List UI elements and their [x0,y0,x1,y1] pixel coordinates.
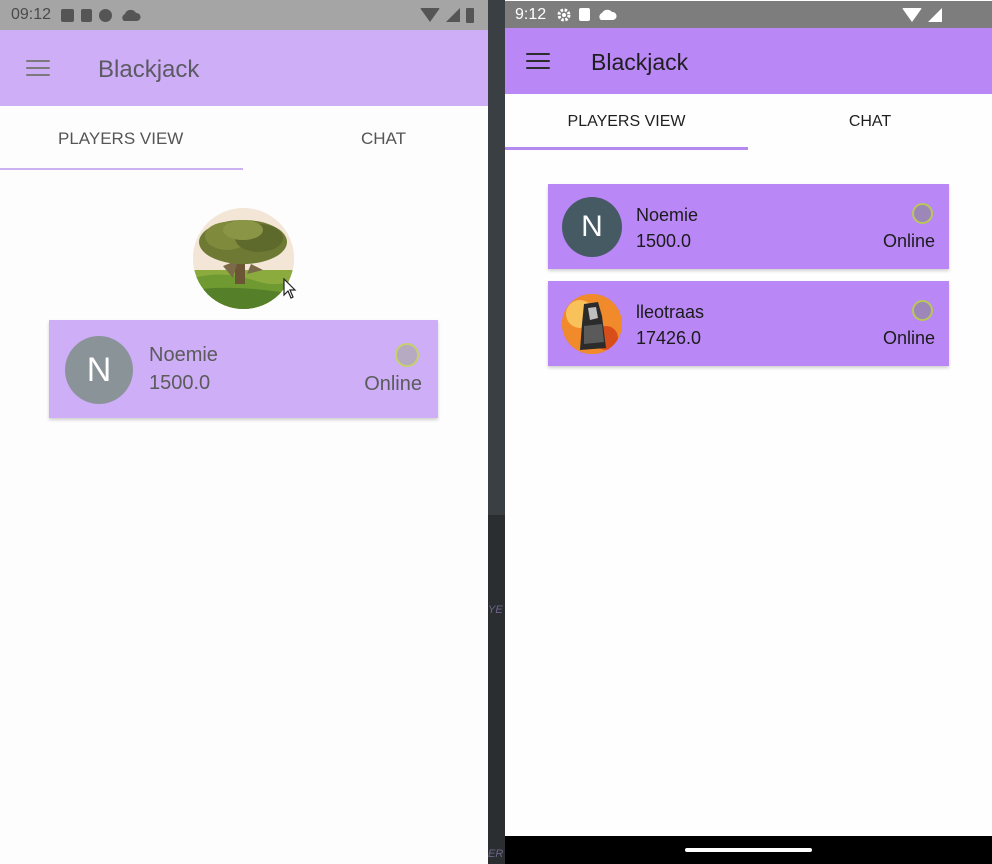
battery-icon [466,7,474,23]
app-notification-icon [61,8,75,22]
cloud-icon [599,9,617,20]
player-status: Online [364,373,422,395]
online-indicator-icon [912,203,933,224]
sd-card-icon [579,8,591,21]
status-bar: 09:12 [0,0,488,30]
player-card[interactable]: lleotraas 17426.0 Online [548,281,949,366]
player-name: Noemie [149,344,218,366]
mouse-cursor-icon [283,278,297,299]
player-status: Online [882,328,935,348]
signal-icon [928,7,942,22]
tab-chat[interactable]: CHAT [243,106,488,172]
sync-icon [99,8,113,22]
tree-image [193,208,294,309]
app-title: Blackjack [98,56,200,83]
wifi-icon [420,8,440,22]
status-bar: 9:12 [505,1,992,28]
player-name: Noemie [636,205,699,225]
tab-bar: PLAYERS VIEW CHAT [0,106,488,172]
tab-chat[interactable]: CHAT [748,94,992,150]
tab-players-view[interactable]: PLAYERS VIEW [0,106,243,172]
tab-bar: PLAYERS VIEW CHAT [505,94,992,150]
player-avatar-image [562,294,622,354]
settings-gear-icon [557,8,571,21]
divider-strip [488,0,505,515]
app-bar: Blackjack [0,30,488,106]
background-fragment-text: ER [488,848,504,860]
system-icons [902,1,942,28]
player-card[interactable]: N Noemie 1500.0 Online [49,320,438,418]
profile-avatar-tree[interactable] [193,208,294,309]
tab-players-view[interactable]: PLAYERS VIEW [505,94,748,150]
left-phone-screen: 09:12 Blackjack PLAYERS VIEW CHAT N Noem… [0,0,488,864]
menu-icon[interactable] [26,60,50,76]
tab-indicator [0,168,243,170]
home-gesture-handle[interactable] [685,848,812,852]
notification-icons [556,7,617,23]
system-icons [420,0,474,30]
player-name: lleotraas [636,302,705,322]
right-phone-screen: 9:12 Blackjack PLAYERS VIEW CHAT N Noemi… [505,0,992,864]
wifi-icon [902,7,922,22]
player-score: 1500.0 [149,372,211,394]
sd-card-icon [81,8,93,22]
online-indicator-icon [395,343,419,367]
notification-icons [61,8,141,22]
app-title: Blackjack [591,49,689,75]
player-score: 17426.0 [636,328,702,348]
cloud-icon [122,9,141,21]
menu-icon[interactable] [526,53,550,69]
status-time: 9:12 [515,5,547,23]
tab-indicator [505,147,748,150]
online-indicator-icon [912,300,933,321]
warrior-portrait-icon [562,294,622,354]
player-card[interactable]: N Noemie 1500.0 Online [548,184,949,269]
system-navigation-bar [505,836,992,864]
app-bar: Blackjack [505,28,992,94]
player-avatar: N [65,336,133,404]
status-time: 09:12 [11,6,52,23]
background-fragment-text: YE [488,604,503,616]
player-score: 1500.0 [636,231,692,251]
player-avatar: N [562,197,622,257]
player-status: Online [882,231,935,251]
signal-icon [446,8,460,22]
